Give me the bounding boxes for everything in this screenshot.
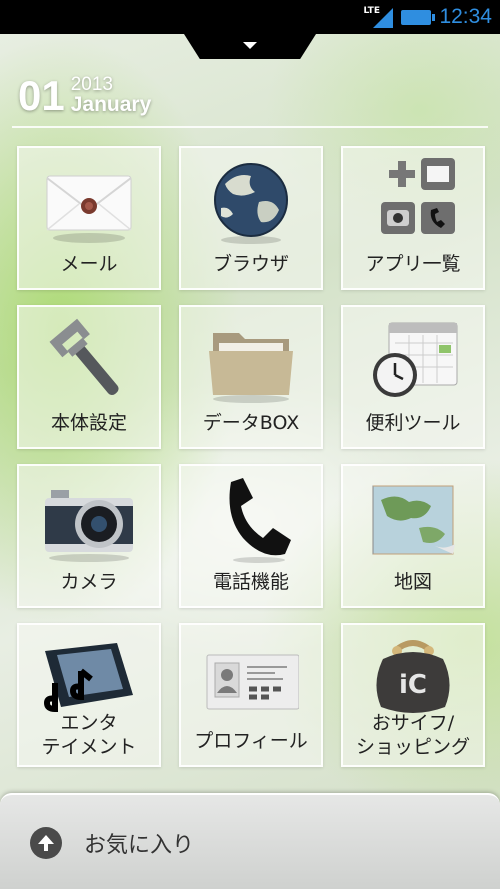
tile-map[interactable]: 地図 bbox=[341, 464, 485, 608]
tile-app-list[interactable]: アプリ一覧 bbox=[341, 146, 485, 290]
phone-handset-icon bbox=[229, 478, 291, 563]
date-year: 2013 bbox=[70, 74, 113, 95]
tile-label-line1: エンタ bbox=[60, 712, 118, 734]
date-month: January bbox=[70, 93, 152, 116]
status-clock: 12:34 bbox=[439, 5, 492, 28]
favorites-label: お気に入り bbox=[84, 833, 195, 858]
tile-settings[interactable]: 本体設定 bbox=[17, 305, 161, 449]
profile-card-icon bbox=[206, 654, 299, 710]
tile-label: 電話機能 bbox=[212, 571, 289, 593]
tile-label: プロフィール bbox=[194, 730, 308, 752]
status-bar: LTE 12:34 bbox=[0, 0, 500, 34]
clock-calendar-icon bbox=[373, 322, 458, 397]
tile-label: エンタ テイメント bbox=[19, 711, 159, 759]
tile-camera[interactable]: カメラ bbox=[17, 464, 161, 608]
purse-badge-text: iC bbox=[399, 670, 427, 700]
tile-label-line2: テイメント bbox=[41, 736, 137, 758]
lte-signal-icon: LTE bbox=[363, 4, 394, 30]
camera-icon bbox=[45, 490, 133, 562]
date-divider bbox=[12, 126, 488, 128]
music-film-icon bbox=[43, 643, 133, 713]
tile-label: ブラウザ bbox=[212, 253, 289, 275]
globe-icon bbox=[214, 163, 288, 244]
mail-envelope-icon bbox=[46, 175, 132, 243]
tile-label: 地図 bbox=[393, 571, 432, 593]
tile-phone[interactable]: 電話機能 bbox=[179, 464, 323, 608]
tile-label-line1: おサイフ/ bbox=[371, 712, 455, 734]
tile-label: 便利ツール bbox=[365, 412, 461, 434]
tile-label: データBOX bbox=[202, 412, 300, 434]
date-widget: 01 2013 January bbox=[18, 72, 152, 119]
up-arrow-stem bbox=[44, 843, 48, 851]
battery-icon bbox=[401, 9, 436, 25]
app-grid: メール ブラウザ アプリ一覧 本体設定 データBOX 便利ツール カメラ 電話機… bbox=[17, 146, 485, 767]
tile-label: カメラ bbox=[60, 571, 118, 593]
tile-browser[interactable]: ブラウザ bbox=[179, 146, 323, 290]
tile-profile[interactable]: プロフィール bbox=[179, 623, 323, 767]
wrench-icon bbox=[49, 318, 119, 395]
tile-label: メール bbox=[60, 253, 118, 275]
tile-data-box[interactable]: データBOX bbox=[179, 305, 323, 449]
tile-label: 本体設定 bbox=[50, 412, 127, 434]
tile-tools[interactable]: 便利ツール bbox=[341, 305, 485, 449]
app-list-icon bbox=[381, 158, 455, 234]
date-day: 01 bbox=[18, 72, 65, 119]
tile-label: アプリ一覧 bbox=[365, 253, 461, 275]
folder-icon bbox=[209, 333, 293, 403]
favorites-drawer[interactable]: お気に入り bbox=[0, 793, 500, 889]
purse-icon: iC bbox=[376, 640, 450, 713]
chevron-down-icon[interactable] bbox=[243, 42, 257, 49]
tile-mail[interactable]: メール bbox=[17, 146, 161, 290]
tile-label: おサイフ/ ショッピング bbox=[343, 711, 483, 759]
tile-label-line2: ショッピング bbox=[355, 736, 470, 758]
tile-entertainment[interactable]: エンタ テイメント bbox=[17, 623, 161, 767]
tile-wallet-shopping[interactable]: iC おサイフ/ ショッピング bbox=[341, 623, 485, 767]
map-icon bbox=[372, 485, 455, 555]
